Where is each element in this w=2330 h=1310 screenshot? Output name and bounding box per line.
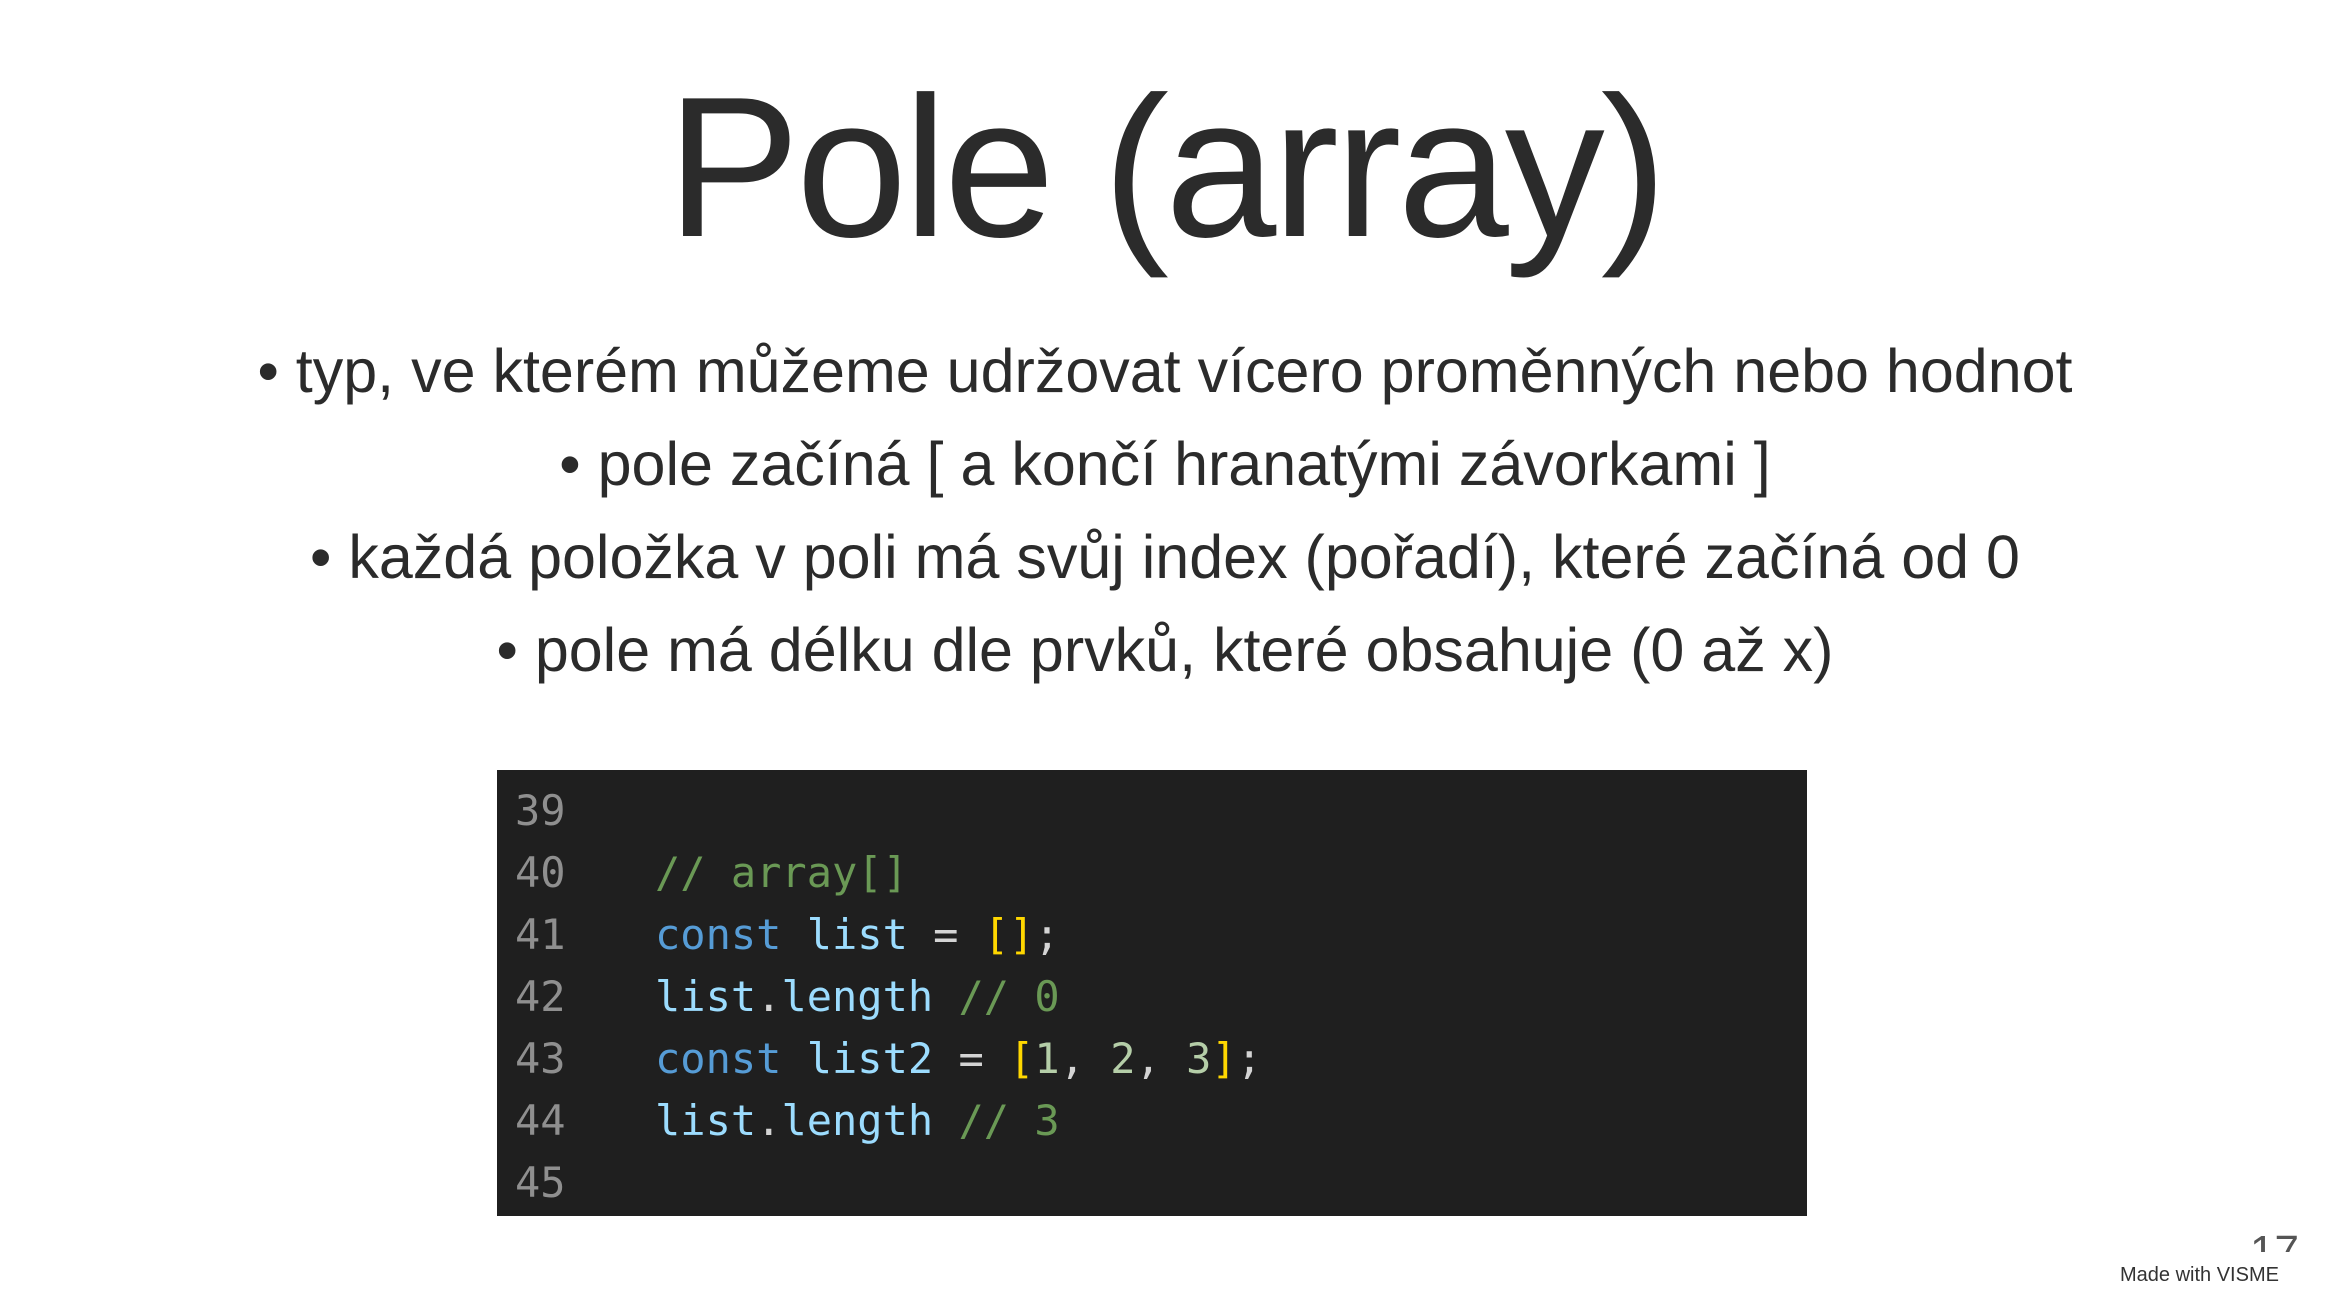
bullet-list: • typ, ve kterém můžeme udržovat vícero …: [0, 325, 2330, 697]
code-token: ]: [1211, 1034, 1237, 1083]
line-number: 42: [515, 972, 566, 1021]
code-token: length: [781, 1096, 934, 1145]
code-token: ,: [1059, 1034, 1111, 1083]
made-with-visme-watermark: Made with VISME: [2120, 1264, 2279, 1286]
code-token: .: [756, 972, 782, 1021]
code-screenshot: 39 40// array[] 41 const list = []; 42 list.l…: [497, 770, 1807, 1216]
code-token: list: [806, 910, 908, 959]
code-token: =: [907, 910, 984, 959]
bullet-item: • každá položka v poli má svůj index (po…: [310, 523, 2020, 591]
code-token: []: [983, 910, 1035, 959]
line-number: 44: [515, 1096, 566, 1145]
code-token: ,: [1135, 1034, 1187, 1083]
line-number: 43: [515, 1034, 566, 1083]
code-token: // 0: [958, 972, 1060, 1021]
code-token: length: [781, 972, 934, 1021]
code-token: const: [655, 1034, 782, 1083]
line-number: 45: [515, 1158, 566, 1207]
bullet-item: • pole má délku dle prvků, které obsahuj…: [496, 616, 1834, 684]
line-number: 39: [515, 786, 566, 835]
code-text: list.length // 0: [655, 966, 1060, 1028]
code-token: // array[]: [655, 848, 908, 897]
code-token: // 3: [958, 1096, 1060, 1145]
line-number: 41: [515, 910, 566, 959]
code-text: list.length // 3: [655, 1090, 1060, 1152]
code-token: ;: [1236, 1034, 1262, 1083]
code-token: list: [655, 1096, 757, 1145]
line-number: 40: [515, 848, 566, 897]
code-token: 2: [1110, 1034, 1136, 1083]
code-text: const list = [];: [655, 904, 1060, 966]
code-token: ;: [1034, 910, 1060, 959]
bullet-item: • typ, ve kterém můžeme udržovat vícero …: [257, 337, 2073, 405]
code-token: list2: [806, 1034, 934, 1083]
page-number: 17: [2250, 1230, 2310, 1252]
code-token: 3: [1186, 1034, 1212, 1083]
code-token: list: [655, 972, 757, 1021]
code-token: const: [655, 910, 782, 959]
slide: Pole (array) • typ, ve kterém můžeme udr…: [0, 0, 2330, 1310]
code-token: 1: [1034, 1034, 1060, 1083]
code-token: .: [756, 1096, 782, 1145]
code-token: [: [1009, 1034, 1035, 1083]
code-text: const list2 = [1, 2, 3];: [655, 1028, 1262, 1090]
bullet-item: • pole začíná [ a končí hranatými závork…: [559, 430, 1771, 498]
slide-title: Pole (array): [666, 56, 1668, 279]
code-text: // array[]: [655, 842, 908, 904]
code-token: =: [933, 1034, 1010, 1083]
